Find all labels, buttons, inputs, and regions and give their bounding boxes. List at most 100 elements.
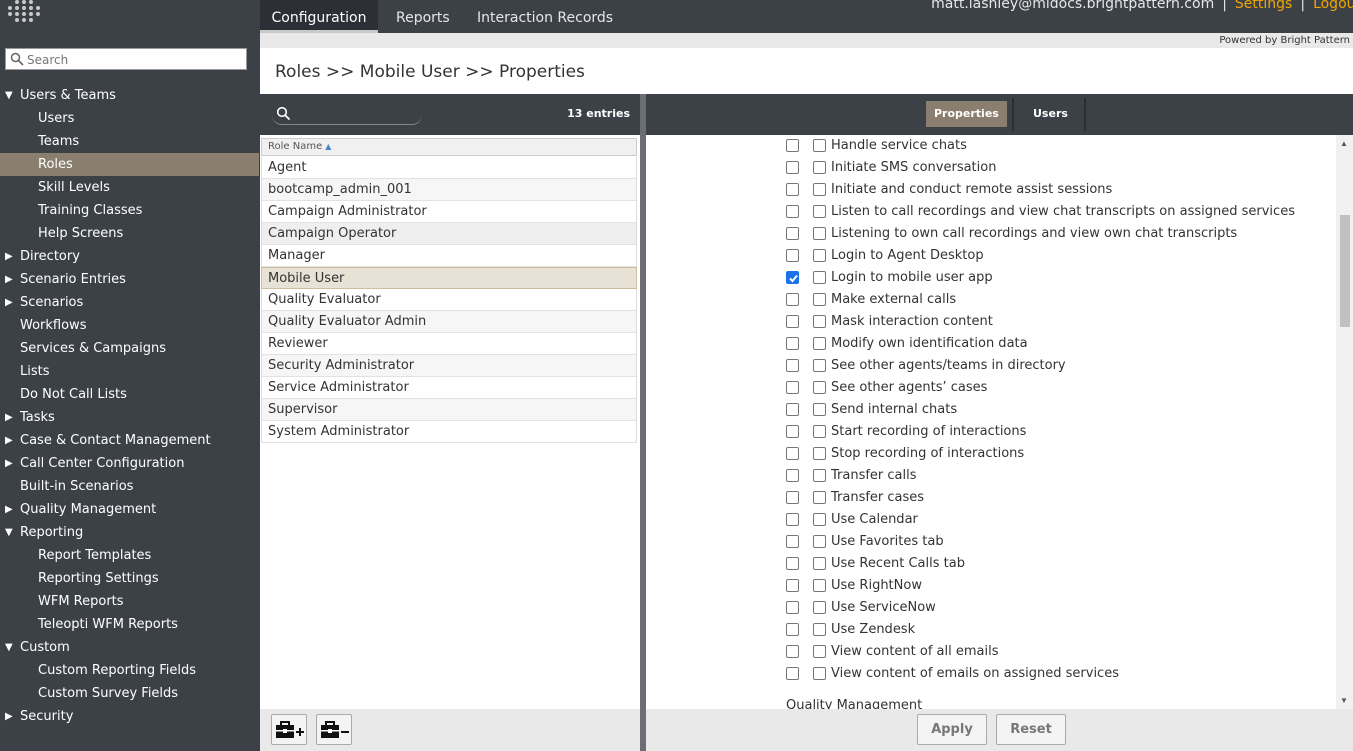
permission-checkbox[interactable] [786,227,799,240]
table-row[interactable]: Agent [261,157,637,179]
sidebar-item-workflows[interactable]: Workflows [0,314,259,337]
permission-checkbox[interactable] [786,601,799,614]
permission-sub-checkbox[interactable] [813,579,826,592]
user-email[interactable]: matt.lashley@mldocs.brightpattern.com [931,0,1214,12]
permission-sub-checkbox[interactable] [813,271,826,284]
permission-sub-checkbox[interactable] [813,403,826,416]
permission-checkbox[interactable] [786,447,799,460]
permission-checkbox[interactable] [786,513,799,526]
table-row[interactable]: Quality Evaluator Admin [261,311,637,333]
caret-right-icon[interactable]: ▶ [5,268,13,291]
permission-checkbox[interactable] [786,557,799,570]
permission-sub-checkbox[interactable] [813,227,826,240]
permission-checkbox[interactable] [786,205,799,218]
remove-role-button[interactable] [316,714,352,745]
permission-checkbox[interactable] [786,359,799,372]
tab-users[interactable]: Users [1025,101,1076,127]
permission-sub-checkbox[interactable] [813,601,826,614]
table-row[interactable]: Service Administrator [261,377,637,399]
caret-down-icon[interactable]: ▼ [5,521,13,544]
permission-sub-checkbox[interactable] [813,337,826,350]
sidebar-item-do-not-call-lists[interactable]: Do Not Call Lists [0,383,259,406]
sidebar-item-users[interactable]: Users [0,107,259,130]
table-row[interactable]: System Administrator [261,421,637,443]
search-box[interactable] [5,48,247,70]
permission-checkbox[interactable] [786,337,799,350]
scrollbar[interactable]: ▲ ▼ [1336,135,1353,709]
sidebar-item-tasks[interactable]: ▶ Tasks [0,406,259,429]
permission-sub-checkbox[interactable] [813,381,826,394]
table-row[interactable]: Reviewer [261,333,637,355]
caret-right-icon[interactable]: ▶ [5,291,13,314]
caret-right-icon[interactable]: ▶ [5,705,13,728]
permission-sub-checkbox[interactable] [813,447,826,460]
permission-checkbox[interactable] [786,403,799,416]
permission-checkbox[interactable] [786,645,799,658]
permission-sub-checkbox[interactable] [813,557,826,570]
bright-pattern-logo-icon[interactable] [8,0,42,22]
permission-sub-checkbox[interactable] [813,139,826,152]
scroll-down-icon[interactable]: ▼ [1340,696,1348,705]
sidebar-item-custom-reporting-fields[interactable]: Custom Reporting Fields [0,659,259,682]
permission-sub-checkbox[interactable] [813,469,826,482]
sidebar-item-scenario-entries[interactable]: ▶ Scenario Entries [0,268,259,291]
column-header-role-name[interactable]: Role Name ▲ [261,138,637,156]
sidebar-item-services-campaigns[interactable]: Services & Campaigns [0,337,259,360]
sidebar-item-help-screens[interactable]: Help Screens [0,222,259,245]
sidebar-item-case-contact-management[interactable]: ▶ Case & Contact Management [0,429,259,452]
permission-sub-checkbox[interactable] [813,161,826,174]
caret-right-icon[interactable]: ▶ [5,452,13,475]
add-role-button[interactable] [271,714,307,745]
sidebar-item-teams[interactable]: Teams [0,130,259,153]
permission-checkbox[interactable] [786,249,799,262]
permission-sub-checkbox[interactable] [813,249,826,262]
sidebar-item-quality-management[interactable]: ▶ Quality Management [0,498,259,521]
permission-sub-checkbox[interactable] [813,205,826,218]
permission-sub-checkbox[interactable] [813,623,826,636]
tab-properties[interactable]: Properties [926,101,1007,127]
sidebar-item-users-teams[interactable]: ▼ Users & Teams [0,84,259,107]
caret-right-icon[interactable]: ▶ [5,245,13,268]
permission-sub-checkbox[interactable] [813,293,826,306]
table-row[interactable]: Quality Evaluator [261,289,637,311]
settings-link[interactable]: Settings [1235,0,1292,12]
permission-checkbox[interactable] [786,623,799,636]
sidebar-item-reporting-settings[interactable]: Reporting Settings [0,567,259,590]
permission-sub-checkbox[interactable] [813,425,826,438]
table-row[interactable]: bootcamp_admin_001 [261,179,637,201]
permission-sub-checkbox[interactable] [813,491,826,504]
sidebar-item-teleopti-wfm-reports[interactable]: Teleopti WFM Reports [0,613,259,636]
permission-sub-checkbox[interactable] [813,513,826,526]
table-row[interactable]: Supervisor [261,399,637,421]
caret-down-icon[interactable]: ▼ [5,84,13,107]
table-row[interactable]: Campaign Operator [261,223,637,245]
sidebar-item-call-center-configuration[interactable]: ▶ Call Center Configuration [0,452,259,475]
permission-checkbox[interactable] [786,491,799,504]
sidebar-item-training-classes[interactable]: Training Classes [0,199,259,222]
sidebar-item-report-templates[interactable]: Report Templates [0,544,259,567]
apply-button[interactable]: Apply [917,714,987,745]
permission-checkbox[interactable] [786,579,799,592]
permission-sub-checkbox[interactable] [813,359,826,372]
permission-checkbox[interactable] [786,535,799,548]
scroll-up-icon[interactable]: ▲ [1340,139,1348,148]
reset-button[interactable]: Reset [996,714,1066,745]
permission-checkbox[interactable] [786,469,799,482]
sidebar-item-scenarios[interactable]: ▶ Scenarios [0,291,259,314]
scroll-thumb[interactable] [1340,215,1350,327]
sidebar-item-lists[interactable]: Lists [0,360,259,383]
sidebar-item-reporting[interactable]: ▼ Reporting [0,521,259,544]
sidebar-item-directory[interactable]: ▶ Directory [0,245,259,268]
permission-sub-checkbox[interactable] [813,667,826,680]
list-search-field[interactable] [272,104,422,125]
permission-checkbox[interactable] [786,315,799,328]
permission-checkbox[interactable] [786,161,799,174]
permission-sub-checkbox[interactable] [813,535,826,548]
sidebar-item-security[interactable]: ▶ Security [0,705,259,728]
permission-checkbox[interactable] [786,293,799,306]
sidebar-item-skill-levels[interactable]: Skill Levels [0,176,259,199]
permission-sub-checkbox[interactable] [813,645,826,658]
permission-checkbox[interactable] [786,271,799,284]
search-input[interactable] [27,51,242,68]
table-row[interactable]: Campaign Administrator [261,201,637,223]
